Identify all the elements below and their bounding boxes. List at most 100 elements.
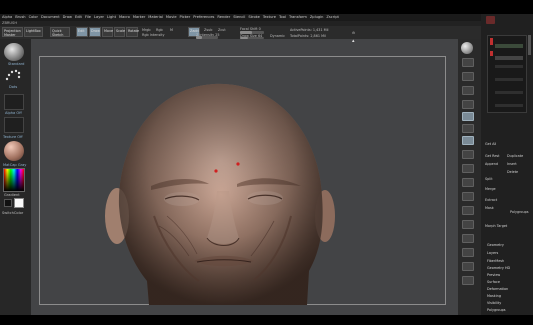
polyf-button[interactable]: [462, 220, 474, 229]
menu-marker[interactable]: Marker: [133, 14, 145, 21]
mrgb-toggle[interactable]: Mrgb: [142, 28, 151, 32]
menu-fibermesh[interactable]: FiberMesh: [487, 259, 504, 263]
duplicate-button[interactable]: Duplicate: [507, 154, 523, 158]
menu-geometry-hd[interactable]: Geometry HD: [487, 266, 510, 270]
get-all-button[interactable]: Get All: [485, 142, 496, 146]
menu-texture[interactable]: Texture: [263, 14, 276, 21]
head-sculpt[interactable]: [39, 56, 446, 305]
menu-render[interactable]: Render: [217, 14, 230, 21]
material-icon[interactable]: [4, 141, 24, 161]
menu-transform[interactable]: Transform: [289, 14, 307, 21]
menu-deformation[interactable]: Deformation: [487, 287, 508, 291]
menu-geometry[interactable]: Geometry: [487, 243, 504, 247]
canvas-tab-icon[interactable]: ▴: [352, 39, 357, 44]
main-color-swatch[interactable]: [14, 198, 24, 208]
projection-master-button[interactable]: Projection Master: [2, 27, 23, 37]
zcut-button[interactable]: Zcut: [218, 28, 226, 32]
menu-tool[interactable]: Tool: [279, 14, 286, 21]
persp-button[interactable]: [462, 112, 474, 121]
color-picker[interactable]: [3, 168, 25, 192]
switch-color-button[interactable]: SwitchColor: [2, 211, 23, 215]
brush-icon[interactable]: [4, 43, 24, 61]
rgb-toggle[interactable]: Rgb: [156, 28, 163, 32]
menu-visibility[interactable]: Visibility: [487, 301, 501, 305]
aahalf-button[interactable]: [462, 100, 474, 109]
menu-light[interactable]: Light: [107, 14, 116, 21]
menu-alpha[interactable]: Alpha: [2, 14, 12, 21]
merge-button[interactable]: Merge: [485, 187, 496, 191]
menu-material[interactable]: Material: [148, 14, 163, 21]
zsub-button[interactable]: Zsub: [204, 28, 212, 32]
floor-button[interactable]: [462, 124, 474, 133]
menu-brush[interactable]: Brush: [15, 14, 25, 21]
polygroups-button[interactable]: Polygroups: [510, 210, 529, 214]
texture-icon[interactable]: [4, 117, 24, 133]
zoom-button[interactable]: [462, 72, 474, 81]
menu-preferences[interactable]: Preferences: [193, 14, 214, 21]
subtool-slot-2[interactable]: [495, 56, 523, 60]
menu-surface[interactable]: Surface: [487, 280, 500, 284]
subtool-slot-6[interactable]: [495, 104, 523, 107]
menu-layer[interactable]: Layer: [94, 14, 104, 21]
secondary-color-swatch[interactable]: [4, 199, 12, 207]
menu-stencil[interactable]: Stencil: [233, 14, 245, 21]
transp-button[interactable]: [462, 234, 474, 243]
gradient-label[interactable]: Gradient: [4, 193, 20, 197]
local-button[interactable]: [462, 136, 474, 145]
menu-preview[interactable]: Preview: [487, 273, 500, 277]
menu-zscript[interactable]: Zscript: [326, 14, 338, 21]
tool-thumbnail-icon[interactable]: [486, 16, 495, 24]
insert-button[interactable]: Insert: [507, 162, 517, 166]
edit-button[interactable]: Edit: [76, 27, 88, 37]
append-button[interactable]: Append: [485, 162, 498, 166]
menu-polygroups[interactable]: Polygroups: [487, 308, 506, 312]
alpha-icon[interactable]: [4, 94, 24, 110]
menu-color[interactable]: Color: [29, 14, 38, 21]
extract-button[interactable]: Extract: [485, 198, 497, 202]
menu-layers[interactable]: Layers: [487, 251, 498, 255]
draw-button[interactable]: Draw: [89, 27, 101, 37]
split-button[interactable]: Split: [485, 177, 493, 181]
dynamic-toggle[interactable]: Dynamic: [270, 34, 285, 38]
menu-masking[interactable]: Masking: [487, 294, 501, 298]
xpose-button[interactable]: [462, 276, 474, 285]
subtool-slot-4[interactable]: [495, 78, 523, 81]
subtool-slot-1[interactable]: [495, 44, 523, 48]
scale-view-button[interactable]: [462, 192, 474, 201]
mask-button[interactable]: Mask: [485, 206, 494, 210]
morph-target-button[interactable]: Morph Target: [485, 224, 507, 228]
subtool-slot-3[interactable]: [495, 65, 523, 68]
texture-label: Texture Off: [3, 135, 23, 139]
lightbox-button[interactable]: LightBox: [24, 27, 43, 37]
stroke-dots-icon[interactable]: [4, 67, 22, 83]
ghost-button[interactable]: [462, 248, 474, 257]
get-rest-button[interactable]: Get Rest: [485, 154, 500, 158]
menu-edit[interactable]: Edit: [75, 14, 82, 21]
menu-stroke[interactable]: Stroke: [248, 14, 259, 21]
menu-picker[interactable]: Picker: [180, 14, 191, 21]
actual-button[interactable]: [462, 86, 474, 95]
rotate-button[interactable]: Rotate: [126, 27, 139, 37]
menu-macro[interactable]: Macro: [119, 14, 130, 21]
delete-button[interactable]: Delete: [507, 170, 518, 174]
scale-button[interactable]: Scale: [114, 27, 125, 37]
subtool-slot-5[interactable]: [495, 91, 523, 94]
menu-document[interactable]: Document: [41, 14, 60, 21]
m-toggle[interactable]: M: [170, 28, 173, 32]
rotate-view-button[interactable]: [462, 206, 474, 215]
quick-sketch-button[interactable]: Quick Sketch: [50, 27, 70, 37]
frame-button[interactable]: [462, 164, 474, 173]
solo-button[interactable]: [462, 262, 474, 271]
menu-draw[interactable]: Draw: [63, 14, 72, 21]
move-button[interactable]: Move: [102, 27, 113, 37]
scroll-button[interactable]: [462, 58, 474, 67]
subtool-scrollbar[interactable]: [528, 35, 531, 55]
menu-file[interactable]: File: [85, 14, 91, 21]
xyz-button[interactable]: [462, 150, 474, 159]
move-view-button[interactable]: [462, 178, 474, 187]
toolbar-menu-icon[interactable]: ⚙: [352, 31, 355, 35]
menu-movie[interactable]: Movie: [166, 14, 177, 21]
bpr-render-icon[interactable]: [461, 42, 473, 54]
menu-zplugin[interactable]: Zplugin: [310, 14, 324, 21]
stroke-dots-graphic: [5, 69, 21, 81]
